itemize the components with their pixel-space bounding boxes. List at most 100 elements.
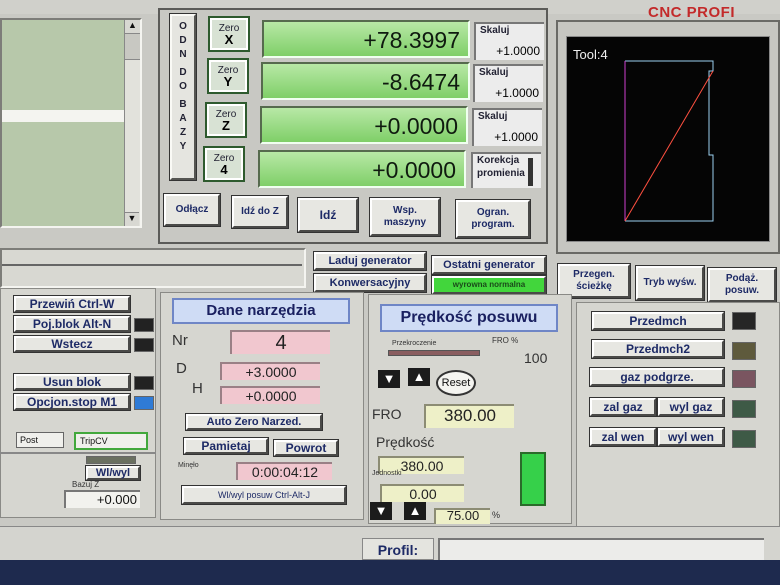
fro-percent-label: FRO % [492, 336, 519, 345]
single-block-button[interactable]: Poj.blok Alt-N [14, 316, 130, 332]
toolpath-view[interactable]: Tool:4 [566, 36, 770, 242]
radius-comp-line1: Korekcja [477, 155, 520, 166]
single-block-led [134, 318, 154, 332]
regen-toolpath-button[interactable]: Przegen. ścieżkę [558, 264, 630, 298]
feed-toggle-button[interactable]: Wl/wyl posuw Ctrl-Alt-J [182, 486, 346, 504]
fan-on-button[interactable]: zal wen [590, 428, 656, 446]
last-wizard-button[interactable]: Ostatni generator [432, 256, 546, 274]
zero-x-button[interactable]: Zero X [208, 16, 250, 52]
ref-letter: D [179, 67, 187, 78]
load-wizard-button[interactable]: Laduj generator [314, 252, 426, 270]
fro-down-icon[interactable]: ▼ [378, 370, 400, 388]
reverse-button[interactable]: Wstecz [14, 336, 130, 352]
output-preheat2-button[interactable]: Przedmch2 [592, 340, 724, 358]
ref-letter: A [179, 113, 187, 124]
ref-home-button[interactable]: ODN DO BAZY [170, 14, 196, 180]
zero-y-button[interactable]: Zero Y [207, 58, 249, 94]
display-mode-button[interactable]: Tryb wyśw. [636, 266, 704, 300]
fro-up-icon[interactable]: ▲ [408, 368, 430, 386]
optional-stop-led [134, 396, 154, 410]
touch-z-value[interactable]: +0.000 [64, 490, 140, 508]
goto-button[interactable]: Idź [298, 198, 358, 232]
brand-label: CNC PROFI [648, 4, 735, 21]
elapsed-time: 0:00:04:12 [236, 462, 332, 480]
zero-4-button[interactable]: Zero 4 [203, 146, 245, 182]
tool-nr-value[interactable]: 4 [230, 330, 330, 354]
toggle-button[interactable]: Wl/wyl [86, 466, 140, 480]
elapsed-label: Minęło [178, 462, 199, 469]
touch-z-label: Bazuj Z [72, 480, 100, 489]
fro-reset-button[interactable]: Reset [436, 370, 476, 396]
tool-data-title: Dane narzędzia [172, 298, 350, 324]
post-label: Post [16, 432, 64, 448]
zero-y-axis: Y [223, 74, 233, 89]
dro-z[interactable]: +0.0000 [260, 106, 468, 144]
feed-speed-label: Prędkość [376, 434, 435, 450]
scale-y-value: +1.0000 [495, 86, 539, 100]
ref-letter: N [179, 49, 187, 60]
normal-condition-button[interactable]: wyrowna normalna [432, 276, 546, 294]
block-delete-led [134, 376, 154, 390]
tool-h-value[interactable]: +0.0000 [220, 386, 320, 404]
fro-value[interactable]: 380.00 [424, 404, 514, 428]
scale-y-label: Skaluj [479, 67, 509, 78]
scroll-down-icon[interactable]: ▼ [125, 212, 139, 226]
dro-x[interactable]: +78.3997 [262, 20, 470, 58]
profile-label: Profil: [362, 538, 434, 560]
gas-on-button[interactable]: zal gaz [590, 398, 656, 416]
tool-h-label: H [192, 380, 203, 397]
output-preheat-led [732, 312, 756, 330]
tool-d-value[interactable]: +3.0000 [220, 362, 320, 380]
scale-y-field[interactable]: Skaluj +1.0000 [473, 64, 543, 102]
scale-z-value: +1.0000 [494, 130, 538, 144]
zero-x-axis: X [224, 32, 234, 47]
step-value[interactable]: 75.00 [434, 508, 490, 524]
zero-z-axis: Z [222, 118, 230, 133]
output-preheat-button[interactable]: Przedmch [592, 312, 724, 330]
scale-x-label: Skaluj [480, 25, 510, 36]
block-delete-button[interactable]: Usun blok [14, 374, 130, 390]
follow-feed-button[interactable]: Podąż. posuw. [708, 268, 776, 302]
tool-nr-label: Nr [172, 332, 188, 349]
feed-title: Prędkość posuwu [380, 304, 558, 332]
auto-zero-button[interactable]: Auto Zero Narzed. [186, 414, 322, 430]
detach-button[interactable]: Odłącz [164, 194, 220, 226]
fan-off-button[interactable]: wyl wen [658, 428, 724, 446]
dro-4[interactable]: +0.0000 [258, 150, 466, 188]
feed-override-bar [388, 350, 480, 356]
gcode-scrollbar[interactable]: ▲ ▼ [124, 20, 140, 226]
feed-units-label: Jednostki [372, 470, 402, 477]
machine-coords-button[interactable]: Wsp. maszyny [370, 198, 440, 236]
step-up-icon[interactable]: ▲ [404, 502, 426, 520]
output-gas-preheat-button[interactable]: gaz podgrze. [590, 368, 724, 386]
soft-limits-button[interactable]: Ogran. program. [456, 200, 530, 238]
zero-z-button[interactable]: Zero Z [205, 102, 247, 138]
scale-z-field[interactable]: Skaluj +1.0000 [472, 108, 542, 146]
optional-stop-button[interactable]: Opcjon.stop M1 [14, 394, 130, 410]
status-line-divider [2, 264, 302, 266]
tool-d-label: D [176, 360, 187, 377]
gas-off-button[interactable]: wyl gaz [658, 398, 724, 416]
remember-button[interactable]: Pamietaj [184, 438, 268, 454]
status-line [0, 248, 306, 288]
conversational-button[interactable]: Konwersacyjny [314, 274, 426, 292]
ref-letter: O [179, 21, 187, 32]
rewind-button[interactable]: Przewiń Ctrl-W [14, 296, 130, 312]
ref-letter: Y [179, 141, 187, 152]
toggle-led [86, 456, 136, 464]
scroll-up-icon[interactable]: ▲ [125, 20, 140, 34]
return-button[interactable]: Powrot [274, 440, 338, 456]
gcode-highlight-line [2, 110, 124, 122]
step-down-icon[interactable]: ▼ [370, 502, 392, 520]
radius-comp-field[interactable]: Korekcja promienia [471, 152, 541, 188]
goto-z-button[interactable]: Idź do Z [232, 196, 288, 228]
gcode-view[interactable]: ▲ ▼ [0, 18, 142, 228]
reverse-led [134, 338, 154, 352]
scroll-thumb[interactable] [125, 34, 140, 60]
scale-z-label: Skaluj [478, 111, 508, 122]
profile-field [438, 538, 764, 560]
scale-x-field[interactable]: Skaluj +1.0000 [474, 22, 544, 60]
step-unit: % [492, 510, 501, 520]
zero-4-axis: 4 [220, 162, 228, 177]
dro-y[interactable]: -8.6474 [261, 62, 470, 100]
